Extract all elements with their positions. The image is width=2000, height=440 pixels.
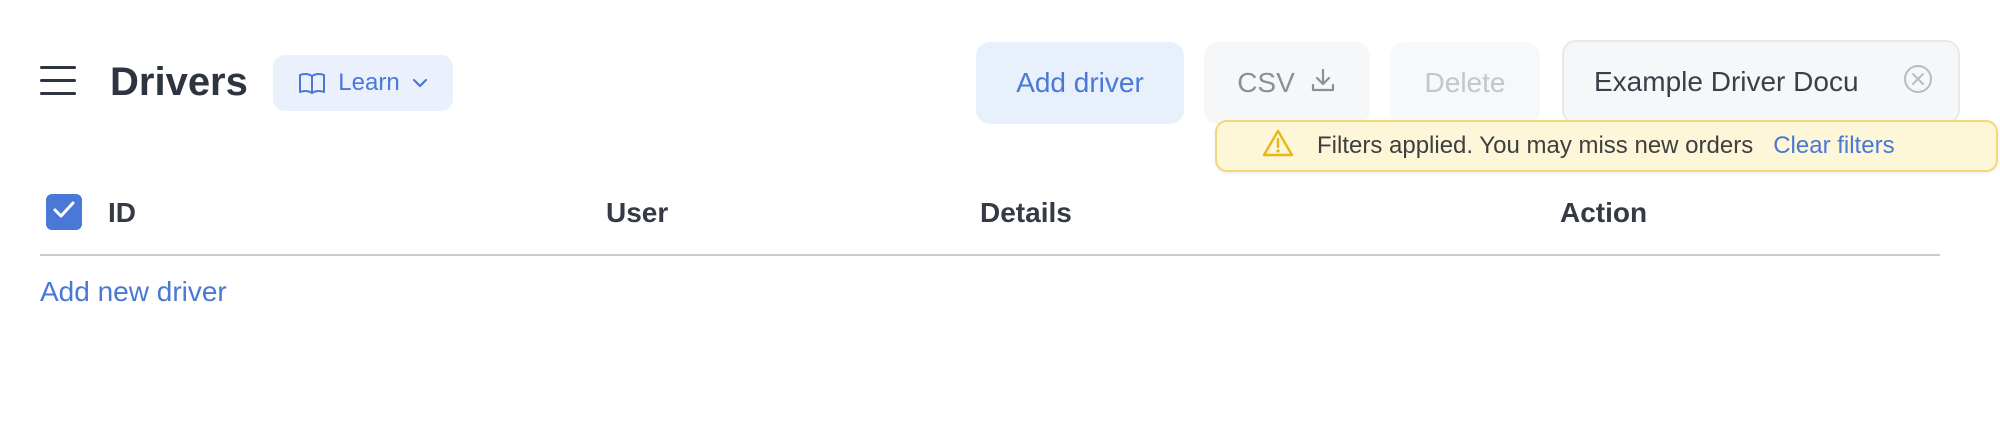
book-icon (298, 72, 326, 94)
warning-message: Filters applied. You may miss new orders (1317, 132, 1754, 159)
clear-filters-link[interactable]: Clear filters (1773, 132, 1894, 160)
column-header-details[interactable]: Details (980, 196, 1072, 230)
filters-warning-banner: Filters applied. You may miss new orders… (1215, 120, 1998, 172)
column-header-id[interactable]: ID (108, 196, 136, 230)
table-header: ID User Details Action (40, 184, 1940, 256)
add-driver-button[interactable]: Add driver (976, 42, 1184, 124)
filter-chip[interactable]: Example Driver Docu (1562, 40, 1960, 124)
column-header-user[interactable]: User (606, 196, 668, 230)
select-all-checkbox[interactable] (46, 194, 82, 230)
column-header-action[interactable]: Action (1560, 196, 1647, 230)
page-title: Drivers (110, 60, 248, 104)
learn-button[interactable]: Learn (273, 55, 453, 111)
download-icon (1309, 66, 1337, 101)
csv-label: CSV (1237, 67, 1295, 98)
filter-chip-text: Example Driver Docu (1594, 66, 1859, 97)
close-circle-icon[interactable] (1902, 63, 1934, 102)
warning-triangle-icon (1261, 128, 1295, 165)
hamburger-icon[interactable] (40, 66, 76, 96)
checkmark-icon (52, 200, 76, 225)
csv-export-button[interactable]: CSV (1204, 42, 1370, 124)
add-new-driver-link[interactable]: Add new driver (40, 276, 227, 308)
delete-button[interactable]: Delete (1390, 42, 1540, 124)
drivers-page: Drivers Learn Add driver CSV Delete Exam… (0, 0, 2000, 440)
learn-label: Learn (338, 69, 400, 96)
chevron-down-icon (412, 78, 428, 88)
